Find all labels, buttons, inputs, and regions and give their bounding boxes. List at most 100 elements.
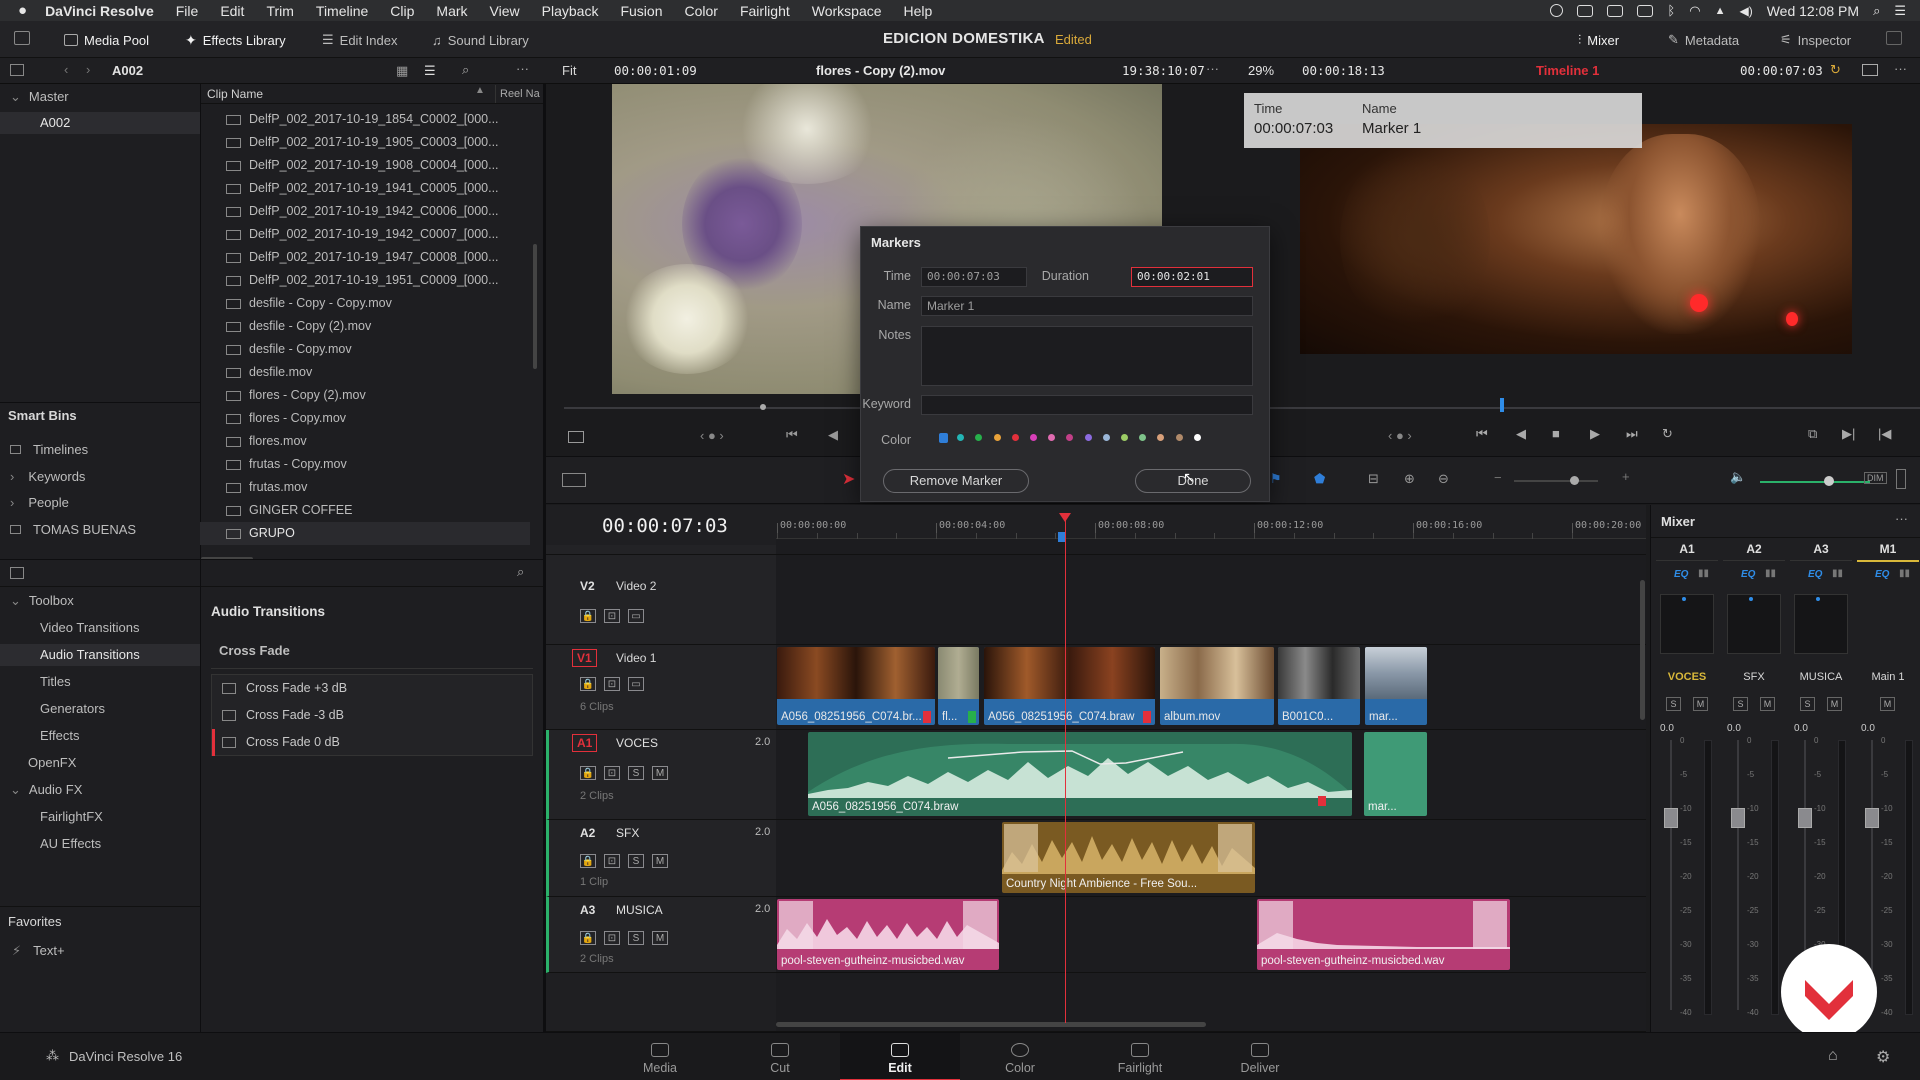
page-color[interactable]: Color — [960, 1033, 1080, 1080]
drive-icon[interactable] — [1607, 4, 1624, 17]
airplay-icon[interactable] — [1637, 4, 1654, 17]
marker-time-field[interactable]: 00:00:07:03 — [921, 267, 1027, 287]
page-edit[interactable]: Edit — [840, 1033, 960, 1080]
notification-center-icon[interactable]: ☰ — [1894, 3, 1906, 19]
menu-view[interactable]: View — [490, 3, 520, 19]
play-reverse-icon[interactable]: ◀ — [1516, 426, 1526, 442]
source-play-reverse-icon[interactable]: ◀ — [828, 427, 838, 443]
loop-icon[interactable]: ↻ — [1662, 426, 1673, 442]
inspector-button[interactable]: ⚟ Inspector — [1780, 29, 1851, 51]
marker-color-swatch[interactable] — [1193, 434, 1201, 441]
transition-cross-fade-minus3[interactable]: Cross Fade -3 dB — [212, 702, 532, 729]
marker-color-swatch[interactable] — [957, 434, 965, 441]
clip-row[interactable]: desfile - Copy.mov — [200, 338, 530, 361]
track-a1-name[interactable]: VOCES — [616, 736, 658, 750]
sync-icon[interactable]: ↻ — [1830, 62, 1841, 78]
menu-trim[interactable]: Trim — [266, 3, 293, 19]
auto-select-icon[interactable]: ⊡ — [604, 931, 620, 945]
creative-cloud-icon[interactable] — [1577, 4, 1594, 17]
video-clip-3[interactable]: A056_08251956_C074.braw — [984, 647, 1155, 725]
timeline-view-options-icon[interactable] — [562, 473, 586, 487]
back-arrow-icon[interactable]: ‹ — [64, 62, 68, 77]
video-clip-1[interactable]: A056_08251956_C074.br... — [777, 647, 935, 725]
page-cut[interactable]: Cut — [720, 1033, 840, 1080]
meter-icon[interactable] — [1896, 469, 1906, 489]
lock-icon[interactable]: 🔒 — [580, 677, 596, 691]
marker-color-swatch[interactable] — [1139, 434, 1147, 441]
tree-generators[interactable]: Generators — [0, 698, 200, 720]
media-pool-button[interactable]: Media Pool — [64, 29, 149, 51]
solo-button[interactable]: S — [628, 766, 644, 780]
viewer-fit-dropdown[interactable]: Fit — [562, 63, 576, 78]
track-a2-name[interactable]: SFX — [616, 826, 639, 840]
marker-duration-field[interactable]: 00:00:02:01 — [1131, 267, 1253, 287]
volume-icon[interactable]: ◀) — [1739, 4, 1752, 18]
marker-name-field[interactable]: Marker 1 — [921, 296, 1253, 316]
menu-mark[interactable]: Mark — [436, 3, 467, 19]
source-go-start-icon[interactable]: ⏮ — [786, 427, 798, 443]
tree-openfx[interactable]: OpenFX — [0, 752, 200, 774]
apple-icon[interactable]: ● — [18, 2, 27, 19]
clip-row[interactable]: flores - Copy.mov — [200, 407, 530, 430]
detail-zoom-icon[interactable]: ⊕ — [1404, 471, 1415, 487]
solo-button[interactable]: S — [1733, 697, 1748, 711]
auto-select-icon[interactable]: ⊡ — [604, 766, 620, 780]
page-media[interactable]: Media — [600, 1033, 720, 1080]
track-area-v2[interactable] — [776, 555, 1646, 645]
source-options-icon[interactable]: ··· — [1206, 61, 1219, 76]
next-edit-icon[interactable]: ▶| — [1842, 426, 1855, 442]
marker-color-swatch[interactable] — [975, 434, 983, 441]
clip-row[interactable]: frutas - Copy.mov — [200, 453, 530, 476]
track-v1-name[interactable]: Video 1 — [616, 651, 656, 665]
eq-button[interactable]: EQ — [1741, 569, 1755, 580]
fader-track[interactable] — [1737, 740, 1739, 1010]
track-v1-id[interactable]: V1 — [572, 649, 597, 667]
marker-notes-field[interactable] — [921, 326, 1253, 386]
menu-fairlight[interactable]: Fairlight — [740, 3, 790, 19]
menu-help[interactable]: Help — [904, 3, 933, 19]
full-zoom-icon[interactable]: ⊟ — [1368, 471, 1379, 487]
clip-list-scrollbar[interactable] — [533, 244, 537, 369]
stop-icon[interactable]: ■ — [1552, 426, 1560, 441]
track-visibility-icon[interactable]: ▭ — [628, 677, 644, 691]
smart-bin-keywords[interactable]: › Keywords — [10, 465, 85, 489]
tree-fairlightfx[interactable]: FairlightFX — [0, 806, 200, 828]
menu-clip[interactable]: Clip — [390, 3, 414, 19]
mute-button[interactable]: M — [652, 854, 668, 868]
metadata-button[interactable]: ✎ Metadata — [1668, 29, 1739, 51]
auto-select-icon[interactable]: ⊡ — [604, 854, 620, 868]
track-visibility-icon[interactable]: ▭ — [628, 609, 644, 623]
lock-icon[interactable]: 🔒 — [580, 854, 596, 868]
settings-gear-icon[interactable]: ⚙ — [1876, 1047, 1890, 1067]
timeline-hscrollbar[interactable] — [776, 1022, 1206, 1027]
effects-search-icon[interactable]: ⌕ — [517, 564, 524, 580]
audio-clip-a3-1[interactable]: pool-steven-gutheinz-musicbed.wav — [777, 899, 999, 970]
playhead-line[interactable] — [1065, 513, 1066, 1023]
clip-marker-green[interactable] — [968, 711, 976, 723]
marker-color-swatch[interactable] — [1084, 434, 1092, 441]
match-frame-icon[interactable]: ⧉ — [1808, 426, 1817, 442]
marker-keyword-field[interactable] — [921, 395, 1253, 415]
mute-button[interactable]: M — [1760, 697, 1775, 711]
eq-button[interactable]: EQ — [1875, 569, 1889, 580]
source-viewer-mode-icon[interactable] — [568, 431, 584, 443]
clip-marker-red[interactable] — [1318, 796, 1326, 806]
clip-row[interactable]: flores.mov — [200, 430, 530, 453]
timeline-viewer-image[interactable] — [1300, 124, 1852, 354]
bluetooth-icon[interactable]: ᛒ — [1667, 3, 1675, 18]
fader-knob[interactable] — [1664, 808, 1678, 828]
bin-a002[interactable]: A002 — [0, 112, 200, 134]
timeline-ruler[interactable]: 00:00:00:00 00:00:04:00 00:00:08:00 00:00:1… — [776, 505, 1646, 539]
master-volume-slider[interactable] — [1760, 481, 1870, 483]
clip-row[interactable]: desfile.mov — [200, 361, 530, 384]
flag-icon[interactable]: ⚑ — [1270, 471, 1282, 487]
marker-color-swatch[interactable] — [1175, 434, 1183, 441]
transition-cross-fade-plus3[interactable]: Cross Fade +3 dB — [212, 675, 532, 702]
zoom-slider[interactable] — [1514, 480, 1598, 482]
sound-library-button[interactable]: ♫ Sound Library — [432, 29, 529, 51]
mixer-button[interactable]: ⫶ Mixer — [1578, 29, 1619, 51]
audio-fx-group[interactable]: ⌄ Audio FX — [0, 779, 200, 801]
clip-row[interactable]: frutas.mov — [200, 476, 530, 499]
sort-arrow-icon[interactable]: ▲ — [475, 85, 485, 96]
page-fairlight[interactable]: Fairlight — [1080, 1033, 1200, 1080]
